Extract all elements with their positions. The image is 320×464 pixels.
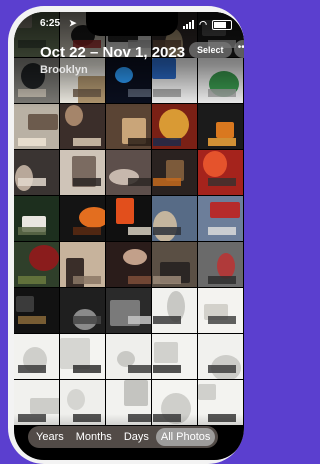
photo-detail bbox=[73, 276, 101, 284]
photo-thumbnail[interactable] bbox=[198, 196, 243, 241]
tab-all-photos[interactable]: All Photos bbox=[155, 428, 216, 446]
photo-thumbnail[interactable] bbox=[14, 288, 59, 333]
photo-thumbnail[interactable] bbox=[152, 104, 197, 149]
photo-detail bbox=[154, 342, 178, 363]
photo-detail bbox=[153, 211, 177, 241]
photo-thumbnail[interactable] bbox=[14, 334, 59, 379]
photo-thumbnail[interactable] bbox=[14, 242, 59, 287]
photo-detail bbox=[65, 105, 83, 126]
photo-detail bbox=[210, 202, 240, 218]
photo-thumbnail[interactable] bbox=[14, 104, 59, 149]
photo-detail bbox=[159, 109, 189, 140]
phone-frame: 6:25 ➤ ◠ Oct 22 – Nov 1, 2023 Brooklyn S… bbox=[8, 6, 244, 464]
photo-detail bbox=[123, 249, 147, 265]
photo-detail bbox=[73, 138, 101, 146]
select-button[interactable]: Select bbox=[189, 42, 232, 58]
photo-detail bbox=[153, 178, 181, 186]
photo-thumbnail[interactable] bbox=[60, 334, 105, 379]
view-selector: Years Months Days All Photos bbox=[28, 426, 219, 448]
wifi-icon: ◠ bbox=[199, 19, 207, 29]
photo-detail bbox=[73, 178, 101, 186]
photo-thumbnail[interactable] bbox=[60, 104, 105, 149]
photo-detail bbox=[73, 365, 101, 373]
photo-thumbnail[interactable] bbox=[14, 196, 59, 241]
photo-detail bbox=[18, 316, 46, 324]
photo-thumbnail[interactable] bbox=[106, 334, 151, 379]
photo-detail bbox=[16, 296, 34, 312]
signal-icon bbox=[183, 20, 195, 29]
photo-detail bbox=[28, 114, 58, 130]
photo-detail bbox=[153, 365, 181, 373]
photo-thumbnail[interactable] bbox=[198, 150, 243, 195]
photo-detail bbox=[203, 151, 227, 177]
photo-detail bbox=[153, 276, 181, 284]
photo-thumbnail[interactable] bbox=[198, 104, 243, 149]
photo-thumbnail[interactable] bbox=[198, 288, 243, 333]
photo-detail bbox=[18, 178, 46, 186]
photo-detail bbox=[128, 178, 151, 186]
photo-detail bbox=[18, 138, 46, 146]
photo-thumbnail[interactable] bbox=[152, 196, 197, 241]
photo-detail bbox=[153, 316, 181, 324]
photo-thumbnail[interactable] bbox=[152, 150, 197, 195]
photo-detail bbox=[18, 365, 46, 373]
photo-thumbnail[interactable] bbox=[152, 288, 197, 333]
photo-detail bbox=[128, 138, 151, 146]
photo-detail bbox=[208, 365, 236, 373]
photo-thumbnail[interactable] bbox=[60, 196, 105, 241]
photo-detail bbox=[128, 227, 151, 235]
photo-detail bbox=[128, 365, 151, 373]
photo-detail bbox=[73, 316, 101, 324]
photo-thumbnail[interactable] bbox=[106, 104, 151, 149]
photo-thumbnail[interactable] bbox=[60, 288, 105, 333]
photo-detail bbox=[29, 245, 59, 271]
photo-thumbnail[interactable] bbox=[152, 242, 197, 287]
photo-thumbnail[interactable] bbox=[152, 334, 197, 379]
status-right: ◠ bbox=[183, 19, 232, 30]
tab-years[interactable]: Years bbox=[31, 428, 69, 446]
photo-thumbnail[interactable] bbox=[106, 242, 151, 287]
photo-detail bbox=[208, 138, 236, 146]
photo-thumbnail[interactable] bbox=[198, 242, 243, 287]
photo-detail bbox=[18, 227, 46, 235]
photo-detail bbox=[198, 384, 216, 400]
photo-detail bbox=[128, 316, 151, 324]
photo-detail bbox=[208, 178, 236, 186]
photo-detail bbox=[128, 276, 151, 284]
photo-detail bbox=[67, 389, 85, 410]
photo-thumbnail[interactable] bbox=[60, 150, 105, 195]
photo-detail bbox=[208, 276, 236, 284]
photo-detail bbox=[30, 398, 59, 414]
photo-thumbnail[interactable] bbox=[60, 242, 105, 287]
photo-thumbnail[interactable] bbox=[14, 150, 59, 195]
photo-detail bbox=[79, 207, 105, 228]
photo-detail bbox=[153, 138, 181, 146]
photo-thumbnail[interactable] bbox=[106, 150, 151, 195]
page-title: Oct 22 – Nov 1, 2023 bbox=[40, 44, 186, 61]
status-time: 6:25 bbox=[40, 18, 61, 29]
tab-months[interactable]: Months bbox=[71, 428, 117, 446]
page-subtitle: Brooklyn bbox=[40, 64, 88, 76]
photo-detail bbox=[124, 380, 148, 406]
photo-thumbnail[interactable] bbox=[106, 288, 151, 333]
photo-thumbnail[interactable] bbox=[198, 334, 243, 379]
photo-detail bbox=[18, 276, 46, 284]
photo-detail bbox=[208, 316, 236, 324]
photo-detail bbox=[116, 198, 134, 224]
photo-thumbnail[interactable] bbox=[106, 196, 151, 241]
photo-detail bbox=[153, 227, 181, 235]
location-arrow-icon: ➤ bbox=[69, 18, 77, 28]
battery-icon bbox=[212, 19, 232, 30]
tab-days[interactable]: Days bbox=[119, 428, 154, 446]
photo-detail bbox=[208, 227, 236, 235]
photo-detail bbox=[216, 122, 234, 138]
photos-screen: 6:25 ➤ ◠ Oct 22 – Nov 1, 2023 Brooklyn S… bbox=[14, 12, 244, 460]
photo-detail bbox=[73, 227, 101, 235]
dynamic-island bbox=[86, 12, 178, 36]
